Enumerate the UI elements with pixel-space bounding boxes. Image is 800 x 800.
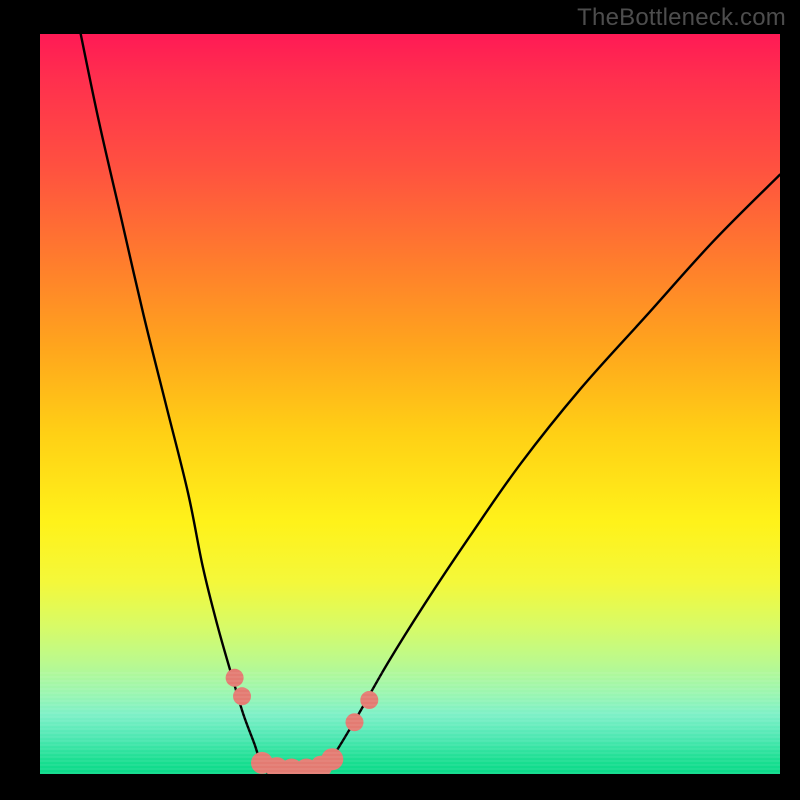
chart-frame: TheBottleneck.com xyxy=(0,0,800,800)
series-left-curve xyxy=(81,34,270,774)
data-marker xyxy=(321,748,343,770)
data-marker xyxy=(226,669,244,687)
chart-svg xyxy=(40,34,780,774)
watermark-text: TheBottleneck.com xyxy=(577,4,786,32)
marker-layer xyxy=(226,669,379,774)
data-marker xyxy=(346,713,364,731)
data-marker xyxy=(360,691,378,709)
plot-area xyxy=(40,34,780,774)
data-marker xyxy=(233,687,251,705)
curve-layer xyxy=(81,34,780,774)
series-right-curve xyxy=(321,175,780,774)
